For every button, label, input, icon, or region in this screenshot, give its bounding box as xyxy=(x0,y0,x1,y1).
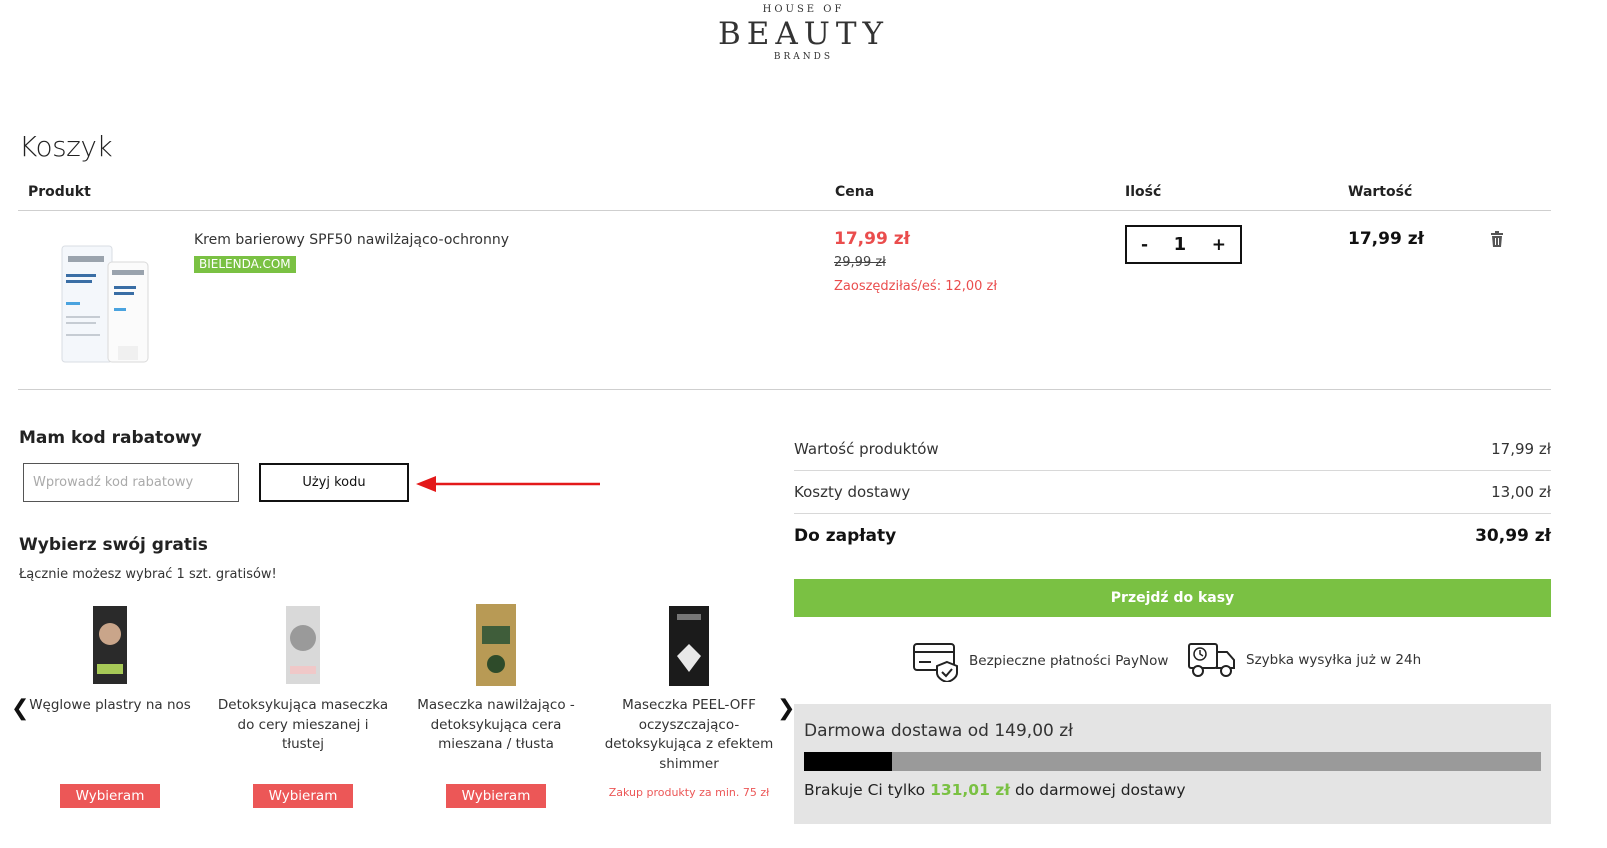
gift-thumb-peel-off-mask xyxy=(663,604,715,686)
item-divider xyxy=(18,389,1551,390)
checkout-button[interactable]: Przejdź do kasy xyxy=(794,579,1551,617)
gifts-subtitle: Łącznie możesz wybrać 1 szt. gratisów! xyxy=(19,567,277,582)
brand-logo[interactable]: HOUSE OF BEAUTY BRANDS xyxy=(0,4,1607,62)
choose-gift-button[interactable]: Wybieram xyxy=(60,784,160,808)
gift-name: Detoksykująca maseczka do cery mieszanej… xyxy=(217,697,389,752)
gift-item: Maseczka nawilżająco - detoksykująca cer… xyxy=(408,604,584,755)
logo-line-1: HOUSE OF xyxy=(762,4,845,15)
summary-total-label: Do zapłaty xyxy=(794,525,897,546)
ship-note-amount: 131,01 zł xyxy=(930,781,1011,799)
summary-shipping-label: Koszty dostawy xyxy=(794,483,911,501)
free-shipping-progress-bar xyxy=(804,752,1541,771)
gift-name: Maseczka nawilżająco - detoksykująca cer… xyxy=(417,697,575,752)
summary-shipping-row: Koszty dostawy 13,00 zł xyxy=(794,471,1551,514)
qty-increase-button[interactable]: + xyxy=(1212,235,1226,255)
summary-total-row: Do zapłaty 30,99 zł xyxy=(794,514,1551,557)
quantity-stepper: - 1 + xyxy=(1125,225,1242,264)
credit-card-shield-icon xyxy=(913,643,958,682)
header-price: Cena xyxy=(835,184,875,200)
brand-badge: BIELENDA.COM xyxy=(194,256,296,273)
trash-icon[interactable] xyxy=(1490,231,1504,247)
logo-line-3: BRANDS xyxy=(773,52,834,62)
header-value: Wartość xyxy=(1348,184,1413,200)
choose-gift-button[interactable]: Wybieram xyxy=(446,784,546,808)
header-qty: Ilość xyxy=(1125,184,1162,200)
gift-item: Węglowe plastry na nos xyxy=(22,604,198,716)
progress-fill xyxy=(804,752,893,771)
apply-code-button[interactable]: Użyj kodu xyxy=(259,463,409,502)
gifts-title: Wybierz swój gratis xyxy=(19,535,208,555)
feature-payment: Bezpieczne płatności PayNow xyxy=(913,640,1168,682)
header-product: Produkt xyxy=(28,184,91,200)
page-title: Koszyk xyxy=(19,130,113,163)
qty-value[interactable]: 1 xyxy=(1174,234,1187,255)
summary-shipping-value: 13,00 zł xyxy=(1491,483,1551,501)
free-shipping-note: Brakuje Ci tylko 131,01 zł do darmowej d… xyxy=(804,781,1186,799)
feature-payment-label: Bezpieczne płatności PayNow xyxy=(969,653,1169,669)
gift-name: Maseczka PEEL-OFF oczyszczająco-detoksyk… xyxy=(604,697,774,772)
delivery-truck-icon xyxy=(1188,643,1235,677)
price-old: 29,99 zł xyxy=(834,255,886,270)
gift-item: Detoksykująca maseczka do cery mieszanej… xyxy=(215,604,391,755)
feature-shipping-label: Szybka wysyłka już w 24h xyxy=(1246,652,1422,668)
ship-note-after: do darmowej dostawy xyxy=(1014,781,1186,799)
gifts-next-arrow-icon[interactable]: ❯ xyxy=(777,696,795,721)
red-arrow-annotation xyxy=(416,474,602,494)
free-shipping-title: Darmowa dostawa od 149,00 zł xyxy=(804,721,1073,741)
price-saved: Zaoszędziłaś/eś: 12,00 zł xyxy=(834,279,998,294)
summary-products-label: Wartość produktów xyxy=(794,440,939,458)
line-total: 17,99 zł xyxy=(1348,229,1424,249)
discount-title: Mam kod rabatowy xyxy=(19,428,202,448)
qty-decrease-button[interactable]: - xyxy=(1141,235,1148,255)
choose-gift-button[interactable]: Wybieram xyxy=(253,784,353,808)
gift-thumb-detox-mask xyxy=(277,604,329,686)
header-divider xyxy=(18,210,1551,211)
gift-thumb-cbd-mask xyxy=(470,604,522,686)
gift-min-purchase-note: Zakup produkty za min. 75 zł xyxy=(608,786,770,799)
summary-products-row: Wartość produktów 17,99 zł xyxy=(794,428,1551,471)
logo-line-2: BEAUTY xyxy=(717,16,890,52)
product-cream-image[interactable] xyxy=(54,238,154,364)
summary-products-value: 17,99 zł xyxy=(1491,440,1551,458)
gift-item: Maseczka PEEL-OFF oczyszczająco-detoksyk… xyxy=(601,604,777,774)
price-new: 17,99 zł xyxy=(834,229,910,249)
gift-name: Węglowe plastry na nos xyxy=(29,697,191,713)
discount-code-input[interactable] xyxy=(23,463,239,502)
ship-note-before: Brakuje Ci tylko xyxy=(804,781,926,799)
summary-total-value: 30,99 zł xyxy=(1475,525,1551,546)
feature-shipping: Szybka wysyłka już w 24h xyxy=(1188,640,1421,680)
gift-thumb-nose-strips xyxy=(84,604,136,686)
product-name-link[interactable]: Krem barierowy SPF50 nawilżająco-ochronn… xyxy=(194,232,509,248)
